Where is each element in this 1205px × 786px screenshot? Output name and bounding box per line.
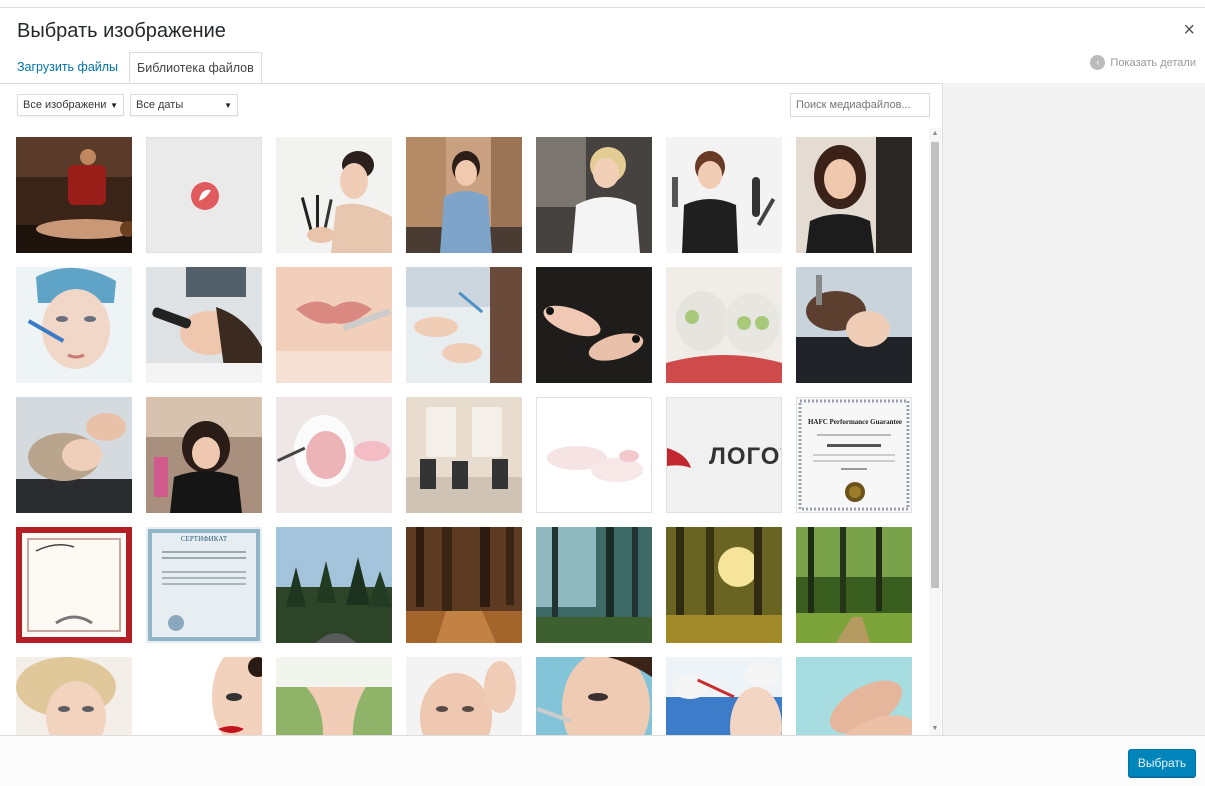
show-details-toggle[interactable]: ‹ Показать детали xyxy=(1090,55,1196,70)
modal-footer: Выбрать xyxy=(0,735,1205,786)
thumbnail-logo-text[interactable]: ЛОГОТ xyxy=(666,397,782,513)
dropdown-arrow-icon: ▼ xyxy=(224,100,232,110)
tab-media-library[interactable]: Библиотека файлов xyxy=(129,52,262,84)
thumbnail-cucumber-masks[interactable] xyxy=(666,267,782,383)
thumbnail-certificate-blue[interactable]: СЕРТИФИКАТ xyxy=(146,527,262,643)
thumbnail-manicure-white[interactable] xyxy=(406,267,522,383)
thumbnail-manicure-black[interactable] xyxy=(536,267,652,383)
thumbnail-hair-styling[interactable] xyxy=(146,397,262,513)
thumbnail-blonde-stylist[interactable] xyxy=(536,137,652,253)
chevron-left-icon: ‹ xyxy=(1090,55,1106,70)
certificate-title: HAFC Performance Guarantee xyxy=(807,418,903,426)
thumbnail-hairdresser-tools[interactable] xyxy=(666,137,782,253)
dropdown-arrow-icon: ▼ xyxy=(110,100,118,110)
thumbnail-hair-wash-2[interactable] xyxy=(16,397,132,513)
thumbnail-massage[interactable] xyxy=(16,137,132,253)
thumbnail-forest-path[interactable] xyxy=(406,527,522,643)
thumbnail-face-device[interactable] xyxy=(146,267,262,383)
media-type-filter[interactable]: Все изображени ▼ xyxy=(17,94,124,116)
media-grid: ЛОГОТ HAFC Performance Guarantee СЕРТИФИ… xyxy=(16,137,926,735)
tab-upload-files[interactable]: Загрузить файлы xyxy=(10,52,125,83)
close-icon[interactable]: × xyxy=(1183,18,1195,42)
thumbnail-certificate-hafc[interactable]: HAFC Performance Guarantee xyxy=(796,397,912,513)
media-grid-scrollbar[interactable]: ▲ ▼ xyxy=(929,128,941,735)
thumbnail-face-mask-pink[interactable] xyxy=(276,397,392,513)
thumbnail-lip-treatment[interactable] xyxy=(276,267,392,383)
scrollbar-thumb[interactable] xyxy=(931,142,939,588)
thumbnail-hair-wash[interactable] xyxy=(796,267,912,383)
thumbnail-forest-mist[interactable] xyxy=(536,527,652,643)
thumbnail-forest-green[interactable] xyxy=(796,527,912,643)
thumbnail-manicure-faded[interactable] xyxy=(536,397,652,513)
thumbnail-slim-waist[interactable] xyxy=(276,657,392,735)
modal-title: Выбрать изображение xyxy=(17,20,226,42)
show-details-label: Показать детали xyxy=(1110,56,1196,69)
scroll-up-arrow-icon[interactable]: ▲ xyxy=(929,128,941,140)
date-filter-value: Все даты xyxy=(136,99,184,111)
thumbnail-forest-sunlight[interactable] xyxy=(666,527,782,643)
thumbnail-blonde-face[interactable] xyxy=(16,657,132,735)
certificate-blue-title: СЕРТИФИКАТ xyxy=(180,535,228,543)
thumbnail-forest-road[interactable] xyxy=(276,527,392,643)
thumbnail-logo-icon[interactable] xyxy=(146,137,262,253)
attachment-details-sidebar xyxy=(942,83,1205,735)
logo-text: ЛОГОТ xyxy=(709,443,781,470)
thumbnail-woman-portrait[interactable] xyxy=(796,137,912,253)
media-type-value: Все изображени xyxy=(23,99,107,111)
thumbnail-red-lips[interactable] xyxy=(146,657,262,735)
thumbnail-salon-assistant[interactable] xyxy=(406,137,522,253)
thumbnail-diploma-red[interactable] xyxy=(16,527,132,643)
thumbnail-hand-massage[interactable] xyxy=(796,657,912,735)
media-search-input[interactable] xyxy=(790,93,930,117)
thumbnail-face-injection[interactable] xyxy=(16,267,132,383)
media-tabs: Загрузить файлы Библиотека файлов xyxy=(10,52,262,84)
thumbnail-face-procedure[interactable] xyxy=(666,657,782,735)
date-filter[interactable]: Все даты ▼ xyxy=(130,94,238,116)
thumbnail-eye-injection[interactable] xyxy=(536,657,652,735)
thumbnail-salon-interior[interactable] xyxy=(406,397,522,513)
thumbnail-face-touch[interactable] xyxy=(406,657,522,735)
scroll-down-arrow-icon[interactable]: ▼ xyxy=(929,723,941,735)
select-button[interactable]: Выбрать xyxy=(1128,749,1196,777)
tabs-divider xyxy=(0,83,942,84)
top-border xyxy=(0,7,1205,8)
thumbnail-makeup-brushes[interactable] xyxy=(276,137,392,253)
